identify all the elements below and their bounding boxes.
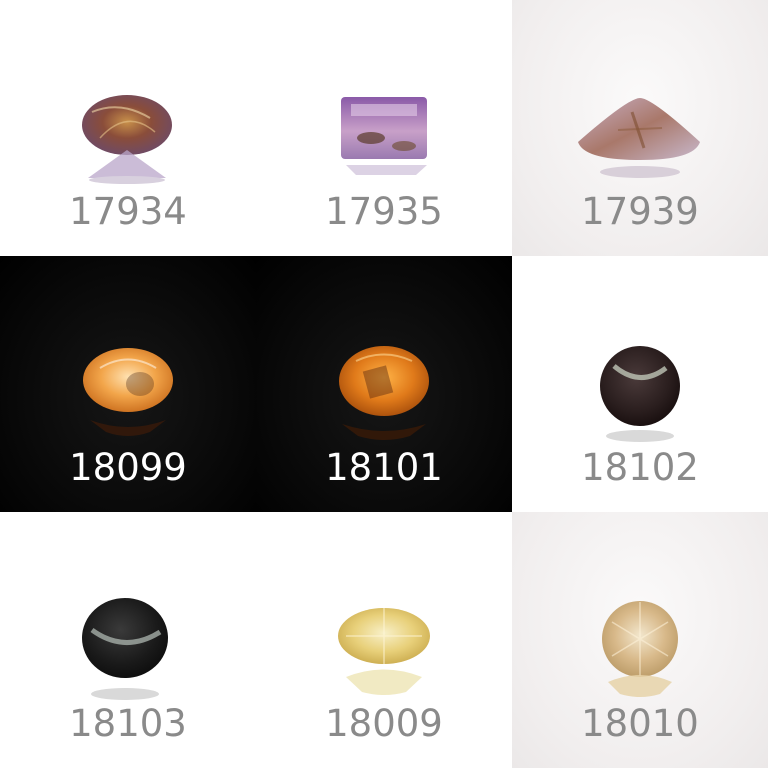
gem-image	[602, 601, 678, 697]
gem-code: 18010	[581, 702, 699, 745]
gem-tile-18099[interactable]: 18099	[0, 256, 256, 512]
gem-image	[82, 95, 172, 184]
gem-image	[83, 348, 173, 436]
gem-code: 18102	[581, 446, 699, 489]
gemstone-grid: 17934 17935 17939 18099 18101 18102 1810…	[0, 0, 768, 768]
gem-tile-18103[interactable]: 18103	[0, 512, 256, 768]
gem-image	[578, 98, 700, 178]
gem-tile-18010[interactable]: 18010	[512, 512, 768, 768]
gem-image	[600, 346, 680, 442]
gem-tile-18009[interactable]: 18009	[256, 512, 512, 768]
gem-image	[339, 346, 429, 440]
gem-tile-17935[interactable]: 17935	[256, 0, 512, 256]
gem-image	[82, 598, 168, 700]
gem-code: 18103	[69, 702, 187, 745]
gem-image	[338, 608, 430, 695]
gem-image	[341, 97, 427, 175]
gem-code: 17934	[69, 190, 187, 233]
gem-tile-18102[interactable]: 18102	[512, 256, 768, 512]
gem-tile-17939[interactable]: 17939	[512, 0, 768, 256]
gem-code: 17935	[325, 190, 443, 233]
gem-tile-18101[interactable]: 18101	[256, 256, 512, 512]
gem-tile-17934[interactable]: 17934	[0, 0, 256, 256]
gem-code: 18099	[69, 446, 187, 489]
gem-code: 18009	[325, 702, 443, 745]
gem-code: 17939	[581, 190, 699, 233]
gem-code: 18101	[325, 446, 443, 489]
